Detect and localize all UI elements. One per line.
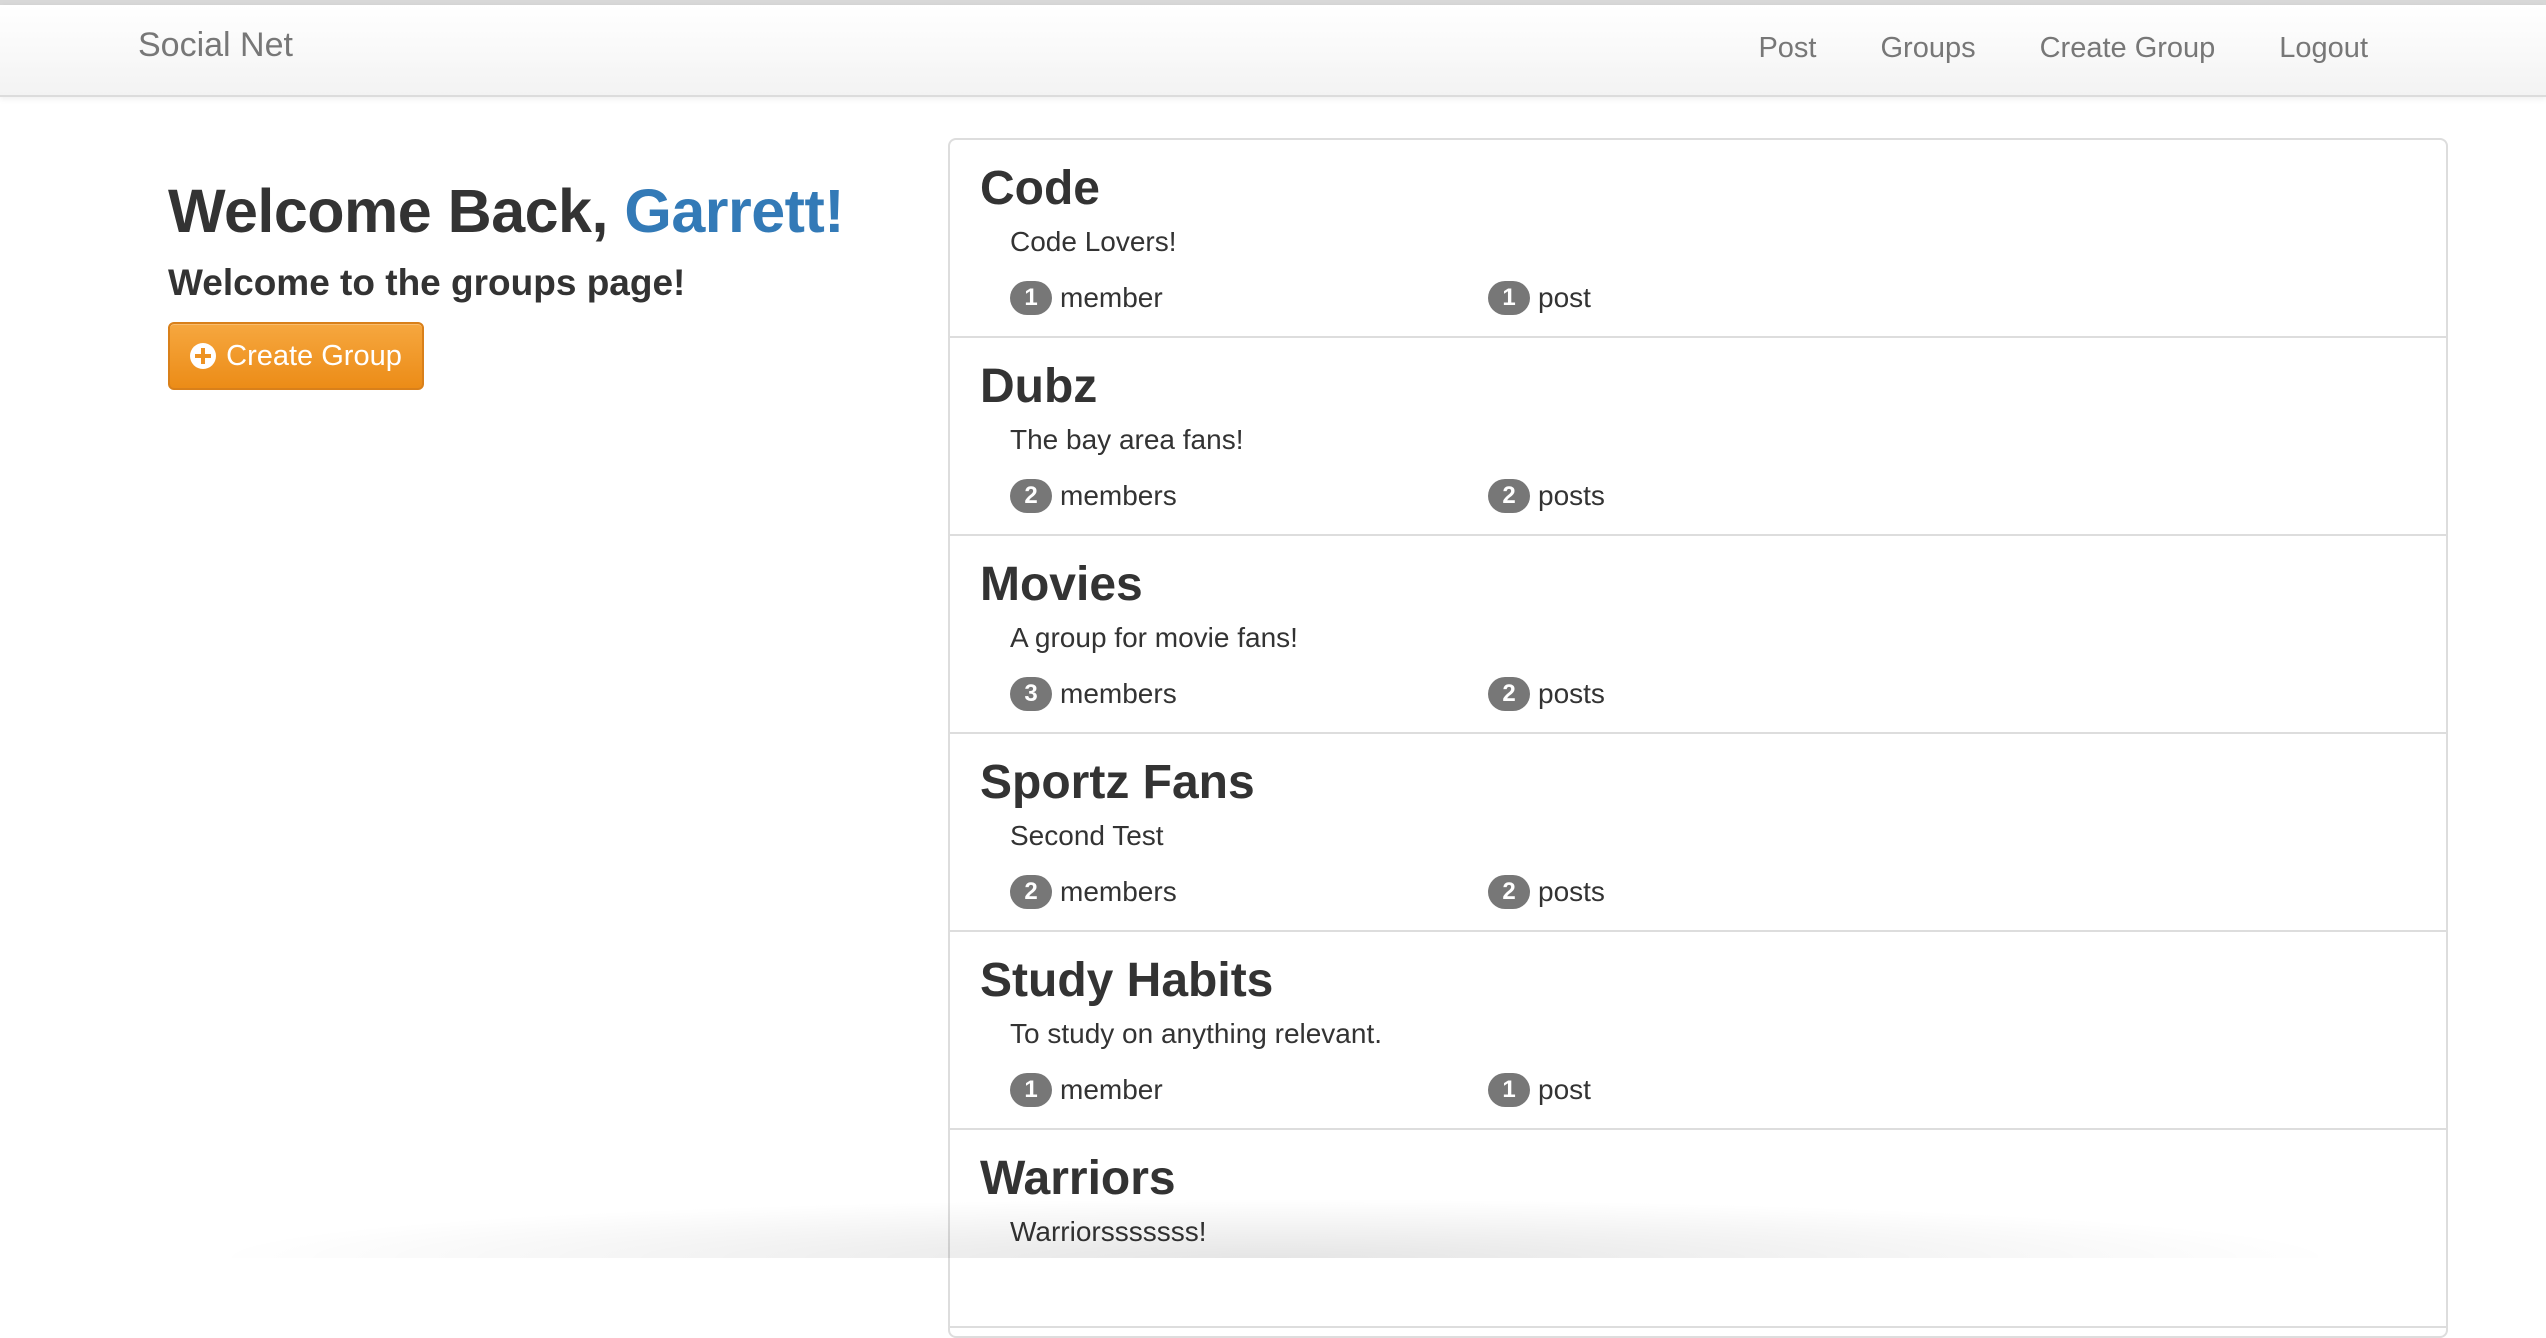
posts-stat: 2 posts (1488, 676, 1605, 712)
group-list: Code Code Lovers! 1 member 1 post Dubz T… (948, 138, 2448, 1338)
posts-count-badge: 1 (1488, 1073, 1530, 1107)
group-description: Code Lovers! (1010, 226, 1177, 257)
posts-stat: 1 post (1488, 1072, 1591, 1108)
members-count-badge: 2 (1010, 479, 1052, 513)
posts-label: posts (1538, 678, 1605, 709)
members-label: members (1060, 876, 1177, 907)
members-stat: 2 members (1010, 478, 1177, 514)
posts-count-badge: 2 (1488, 479, 1530, 513)
members-stat: 1 member (1010, 1072, 1163, 1108)
nav-link-logout[interactable]: Logout (2279, 25, 2368, 71)
members-label: member (1060, 1074, 1163, 1105)
members-count-badge: 2 (1010, 875, 1052, 909)
group-description: Warriorsssssss! (1010, 1216, 1207, 1247)
group-item-sportz-fans[interactable]: Sportz Fans Second Test 2 members 2 post… (950, 734, 2446, 932)
members-stat: 2 members (1010, 874, 1177, 910)
members-label: member (1060, 282, 1163, 313)
create-group-button[interactable]: Create Group (168, 322, 424, 390)
nav-link-groups[interactable]: Groups (1880, 25, 1975, 71)
group-item-dubz[interactable]: Dubz The bay area fans! 2 members 2 post… (950, 338, 2446, 536)
members-count-badge: 1 (1010, 1073, 1052, 1107)
group-name: Dubz (980, 360, 1098, 413)
welcome-heading: Welcome Back, Garrett! (168, 174, 845, 248)
group-description: A group for movie fans! (1010, 622, 1298, 653)
nav-link-create-group[interactable]: Create Group (2040, 25, 2216, 71)
posts-count-badge: 1 (1488, 281, 1530, 315)
members-label: members (1060, 678, 1177, 709)
brand-link[interactable]: Social Net (138, 23, 293, 67)
group-item-code[interactable]: Code Code Lovers! 1 member 1 post (950, 140, 2446, 338)
members-stat: 3 members (1010, 676, 1177, 712)
nav-links: Post Groups Create Group Logout (1694, 25, 2368, 71)
group-name: Movies (980, 558, 1143, 611)
nav-link-post[interactable]: Post (1758, 25, 1816, 71)
posts-label: post (1538, 282, 1591, 313)
group-description: Second Test (1010, 820, 1164, 851)
posts-count-badge: 2 (1488, 677, 1530, 711)
group-name: Study Habits (980, 954, 1274, 1007)
plus-circle-icon (190, 343, 217, 369)
create-group-button-label: Create Group (226, 339, 402, 372)
group-description: To study on anything relevant. (1010, 1018, 1383, 1049)
group-item-warriors[interactable]: Warriors Warriorsssssss! (950, 1130, 2446, 1328)
welcome-prefix: Welcome Back, (168, 177, 625, 245)
members-count-badge: 1 (1010, 281, 1052, 315)
members-count-badge: 3 (1010, 677, 1052, 711)
group-description: The bay area fans! (1010, 424, 1244, 455)
group-item-study-habits[interactable]: Study Habits To study on anything releva… (950, 932, 2446, 1130)
group-name: Sportz Fans (980, 756, 1255, 809)
user-name: Garrett! (624, 177, 845, 245)
members-stat: 1 member (1010, 280, 1163, 316)
posts-count-badge: 2 (1488, 875, 1530, 909)
page-subtitle: Welcome to the groups page! (168, 262, 686, 303)
navbar: Social Net Post Groups Create Group Logo… (0, 5, 2546, 97)
members-label: members (1060, 480, 1177, 511)
group-name: Warriors (980, 1152, 1176, 1205)
posts-label: posts (1538, 480, 1605, 511)
posts-label: posts (1538, 876, 1605, 907)
group-item-movies[interactable]: Movies A group for movie fans! 3 members… (950, 536, 2446, 734)
group-name: Code (980, 162, 1100, 215)
posts-stat: 1 post (1488, 280, 1591, 316)
posts-stat: 2 posts (1488, 874, 1605, 910)
posts-label: post (1538, 1074, 1591, 1105)
posts-stat: 2 posts (1488, 478, 1605, 514)
